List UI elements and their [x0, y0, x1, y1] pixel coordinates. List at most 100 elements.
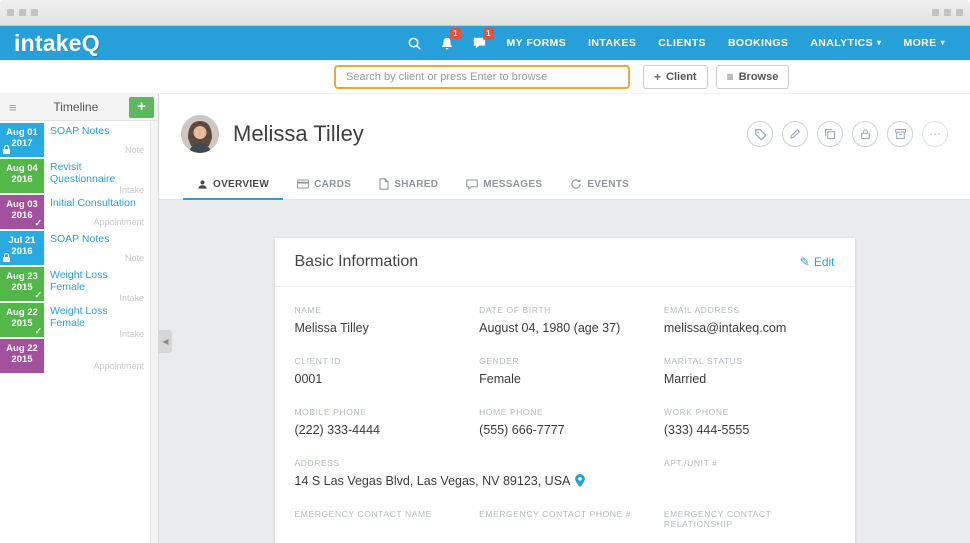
timeline-date-badge: Aug 03 2016 ✓	[0, 195, 44, 229]
timeline-item-body: Revisit Questionnaire Intake	[44, 159, 150, 193]
window-controls-right	[932, 9, 963, 16]
field-label: NAME	[295, 305, 466, 315]
tab-overview[interactable]: OVERVIEW	[183, 168, 283, 200]
date-month-day: Aug 22	[0, 307, 44, 318]
app-logo[interactable]: intakeQ	[14, 32, 100, 55]
timeline-item[interactable]: Jul 21 2016 ✓ SOAP Notes Note	[0, 231, 150, 265]
add-timeline-item-button[interactable]: +	[129, 97, 154, 118]
field-label: CLIENT ID	[295, 356, 466, 366]
field-label: HOME PHONE	[479, 407, 650, 417]
client-toolbar: +Client ≡Browse	[0, 60, 970, 94]
timeline-item[interactable]: Aug 23 2015 ✓ Weight Loss Female Intake	[0, 267, 150, 301]
nav-item-my-forms[interactable]: MY FORMS	[496, 37, 578, 49]
client-name: Melissa Tilley	[233, 121, 364, 147]
field-value: melissa@intakeq.com	[664, 320, 835, 335]
timeline-sidebar: ≡ Timeline + Aug 01 2017 ✓ SOAP Notes No…	[0, 94, 159, 543]
nav-label: MORE	[903, 37, 936, 49]
nav-item-clients[interactable]: CLIENTS	[647, 37, 717, 49]
timeline-item-type: Intake	[50, 329, 144, 339]
field-label: EMERGENCY CONTACT NAME	[295, 509, 466, 519]
field-value: August 04, 1980 (age 37)	[479, 320, 650, 335]
client-tabs: OVERVIEW CARDS SHARED MESSAGES EVENTS	[159, 168, 970, 200]
timeline-item-type: Appointment	[50, 361, 144, 371]
logo-q: Q	[82, 30, 100, 56]
timeline-item[interactable]: Aug 22 2015 ✓ Appointment	[0, 339, 150, 373]
client-actions: ⋯	[747, 121, 948, 147]
person-icon	[197, 179, 208, 190]
intakeq-app-window: intakeQ 1 1 MY FORMS INTAKES CLIENTS BOO…	[0, 0, 970, 543]
timeline-list: Aug 01 2017 ✓ SOAP Notes Note Aug 04 201…	[0, 121, 150, 543]
timeline-item[interactable]: Aug 22 2015 ✓ Weight Loss Female Intake	[0, 303, 150, 337]
menu-icon[interactable]: ≡	[3, 100, 23, 115]
window-control-icon[interactable]	[932, 9, 939, 16]
message-count-badge: 1	[483, 28, 493, 40]
date-month-day: Aug 03	[0, 199, 44, 210]
copy-button[interactable]	[817, 121, 843, 147]
card-header: Basic Information ✎ Edit	[275, 238, 855, 287]
timeline-item-title[interactable]: Weight Loss Female	[50, 270, 144, 293]
logo-text: intake	[14, 30, 82, 56]
app-header: intakeQ 1 1 MY FORMS INTAKES CLIENTS BOO…	[0, 26, 970, 60]
timeline-item-type: Appointment	[50, 217, 144, 227]
list-icon: ≡	[727, 71, 734, 83]
check-icon: ✓	[34, 290, 42, 301]
sidebar-collapse-handle[interactable]: ◀	[159, 330, 172, 353]
nav-item-more[interactable]: MORE▾	[892, 37, 956, 49]
timeline-item[interactable]: Aug 04 2016 ✓ Revisit Questionnaire Inta…	[0, 159, 150, 193]
add-client-button[interactable]: +Client	[643, 65, 708, 89]
search-icon[interactable]	[398, 36, 431, 51]
nav-item-intakes[interactable]: INTAKES	[577, 37, 647, 49]
toolbar-buttons: +Client ≡Browse	[643, 65, 789, 89]
timeline-scrollbar[interactable]	[150, 121, 158, 543]
field-label: WORK PHONE	[664, 407, 835, 417]
tab-cards[interactable]: CARDS	[283, 168, 365, 200]
messages-chat-icon[interactable]: 1	[463, 36, 496, 50]
timeline-item[interactable]: Aug 03 2016 ✓ Initial Consultation Appoi…	[0, 195, 150, 229]
archive-button[interactable]	[887, 121, 913, 147]
field-value: Melissa Tilley	[295, 320, 466, 335]
field-emergency-contact-relationship: EMERGENCY CONTACT RELATIONSHIP	[664, 509, 835, 543]
client-avatar[interactable]	[181, 115, 219, 153]
timeline-item-title[interactable]: SOAP Notes	[50, 126, 144, 138]
field-mobile-phone: MOBILE PHONE (222) 333-4444	[295, 407, 466, 437]
timeline-item-title[interactable]: SOAP Notes	[50, 234, 144, 246]
timeline-item-title[interactable]: Initial Consultation	[50, 198, 144, 210]
nav-item-analytics[interactable]: ANALYTICS▾	[799, 37, 892, 49]
timeline-item[interactable]: Aug 01 2017 ✓ SOAP Notes Note	[0, 123, 150, 157]
field-value: 0001	[295, 371, 466, 386]
field-value	[664, 534, 835, 543]
window-control-icon[interactable]	[7, 9, 14, 16]
nav-label: ANALYTICS	[810, 37, 873, 49]
timeline-item-title[interactable]: Weight Loss Female	[50, 306, 144, 329]
more-button[interactable]: ⋯	[922, 121, 948, 147]
tag-button[interactable]	[747, 121, 773, 147]
notifications-bell-icon[interactable]: 1	[431, 36, 463, 51]
edit-button[interactable]	[782, 121, 808, 147]
window-control-icon[interactable]	[19, 9, 26, 16]
timeline-item-type: Note	[50, 253, 144, 263]
tab-label: CARDS	[314, 179, 351, 190]
tab-events[interactable]: EVENTS	[556, 168, 643, 200]
timeline-item-title[interactable]: Revisit Questionnaire	[50, 162, 144, 185]
nav-item-bookings[interactable]: BOOKINGS	[717, 37, 799, 49]
edit-basic-info-button[interactable]: ✎ Edit	[800, 255, 835, 269]
window-control-icon[interactable]	[956, 9, 963, 16]
client-search-input[interactable]	[334, 65, 630, 89]
lock-button[interactable]	[852, 121, 878, 147]
field-label: EMAIL ADDRESS	[664, 305, 835, 315]
timeline-item-body: Appointment	[44, 339, 150, 373]
map-pin-icon[interactable]	[575, 474, 585, 487]
field-value: (222) 333-4444	[295, 422, 466, 437]
timeline-item-body: Weight Loss Female Intake	[44, 267, 150, 301]
field-email-address: EMAIL ADDRESS melissa@intakeq.com	[664, 305, 835, 335]
tab-shared[interactable]: SHARED	[365, 168, 452, 200]
window-control-icon[interactable]	[944, 9, 951, 16]
window-control-icon[interactable]	[31, 9, 38, 16]
field-apt-unit: APT./UNIT #	[664, 458, 835, 488]
browse-button[interactable]: ≡Browse	[716, 65, 790, 89]
browser-chrome	[0, 0, 970, 26]
timeline-item-body: SOAP Notes Note	[44, 231, 150, 265]
field-label: APT./UNIT #	[664, 458, 835, 468]
timeline-item-type: Note	[50, 145, 144, 155]
tab-messages[interactable]: MESSAGES	[452, 168, 556, 200]
